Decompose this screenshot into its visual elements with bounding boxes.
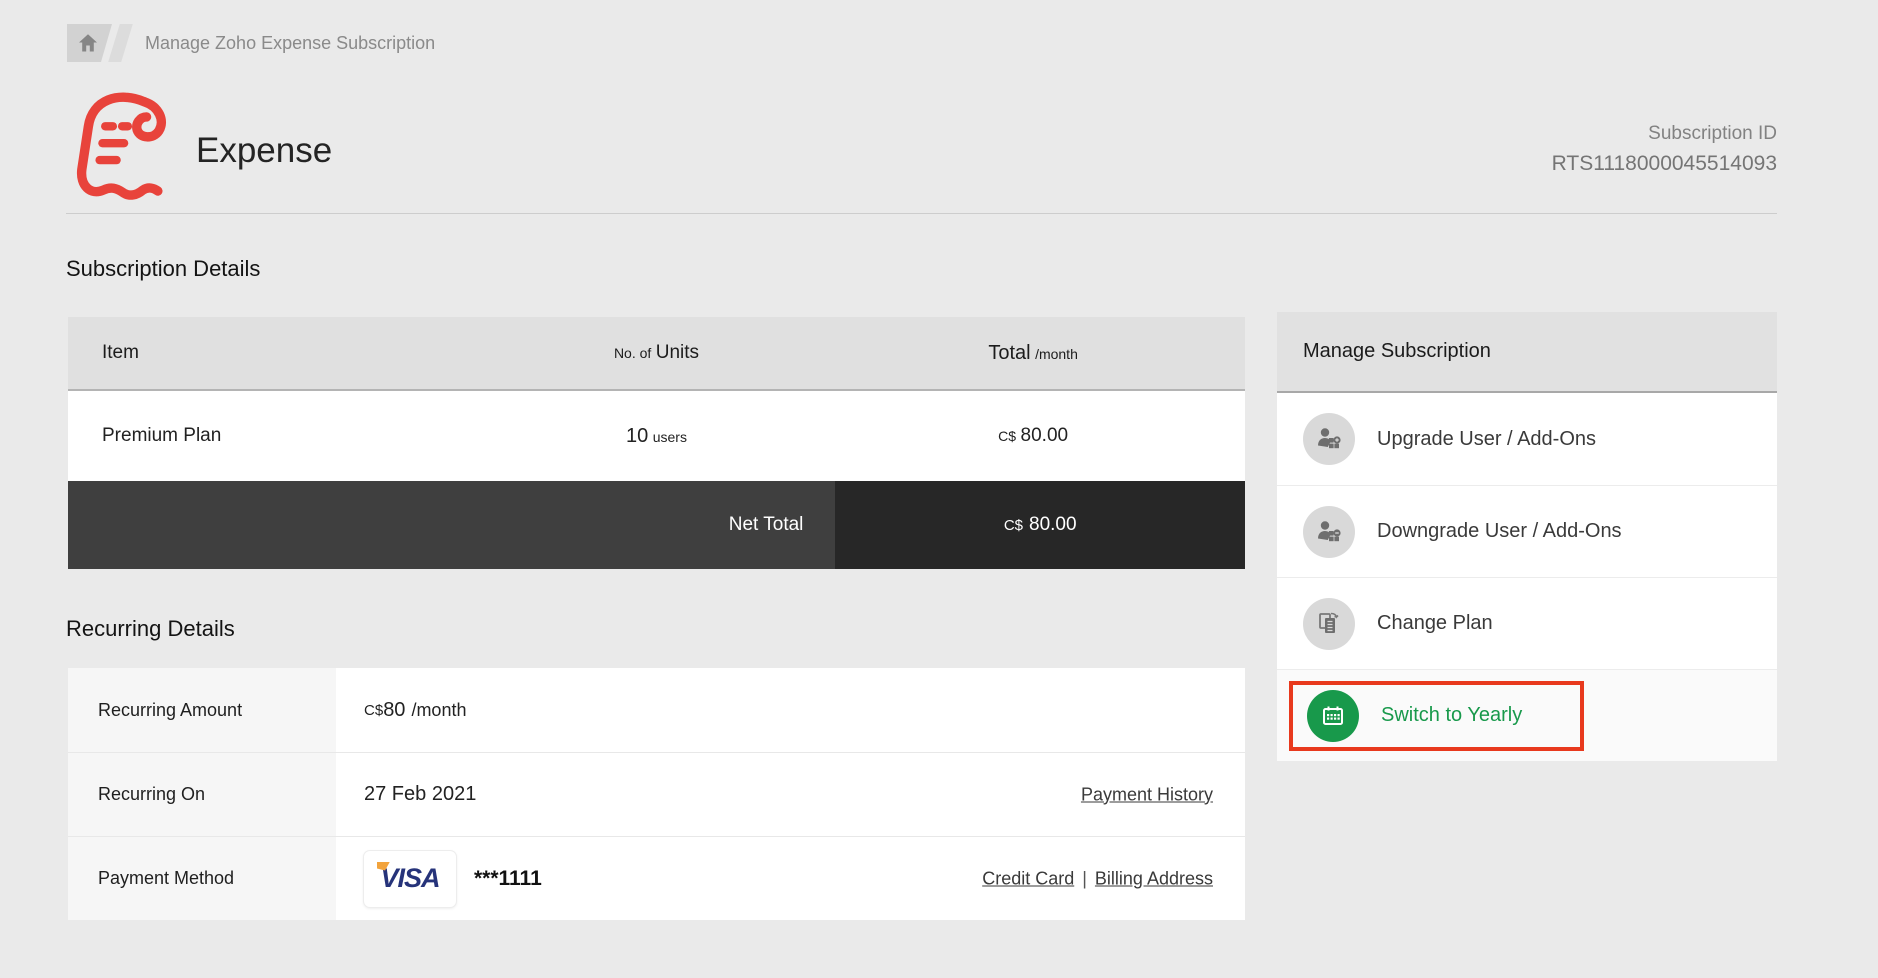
plan-units: 10 users bbox=[626, 424, 687, 447]
net-total-label-cell: Net Total bbox=[68, 481, 836, 569]
plan-total: C$ 80.00 bbox=[998, 425, 1069, 446]
recurring-amount-label: Recurring Amount bbox=[68, 668, 336, 752]
manage-subscription-page: Manage Zoho Expense Subscription Expense… bbox=[0, 0, 1878, 978]
breadcrumb: Manage Zoho Expense Subscription bbox=[145, 33, 436, 53]
change-plan-label: Change Plan bbox=[1377, 612, 1493, 634]
recurring-table: Recurring Amount C$ 80/month Recurring On… bbox=[68, 668, 1245, 920]
table-row: Premium Plan 10 users C$ 80.00 bbox=[68, 391, 1245, 481]
payment-method-row: Payment Method VISA ***1111 Credit Card |… bbox=[68, 836, 1245, 920]
change-plan-item[interactable]: Change Plan bbox=[1277, 577, 1777, 669]
downgrade-user-addons-label: Downgrade User / Add-Ons bbox=[1377, 520, 1622, 542]
switch-to-yearly-label: Switch to Yearly bbox=[1381, 704, 1523, 726]
payment-history-link[interactable]: Payment History bbox=[1081, 784, 1213, 805]
subscription-id-value: RTS1118000045514093 bbox=[1551, 152, 1777, 175]
credit-card-link[interactable]: Credit Card bbox=[982, 868, 1074, 888]
page-title: Expense bbox=[196, 131, 333, 170]
plan-name: Premium Plan bbox=[102, 425, 222, 446]
col-units: No. of Units bbox=[492, 342, 822, 364]
recurring-amount-value: C$ 80/month bbox=[364, 698, 467, 721]
user-downgrade-icon bbox=[1303, 505, 1355, 558]
downgrade-user-addons-item[interactable]: Downgrade User / Add-Ons bbox=[1277, 485, 1777, 577]
switch-to-yearly-item[interactable]: Switch to Yearly bbox=[1277, 669, 1777, 761]
col-units-prefix: No. of bbox=[613, 345, 652, 361]
recurring-on-row: Recurring On 27 Feb 2021 Payment History bbox=[68, 752, 1245, 836]
payment-method-value: VISA ***1111 Credit Card | Billing Address bbox=[336, 837, 1245, 920]
subscription-table: Item No. of Units Total /month Premium P… bbox=[68, 317, 1245, 569]
recurring-details-title: Recurring Details bbox=[66, 616, 235, 641]
upgrade-user-addons-item[interactable]: Upgrade User / Add-Ons bbox=[1277, 393, 1777, 485]
net-total-amount-cell: C$ 80.00 bbox=[835, 481, 1245, 569]
col-total: Total /month bbox=[821, 342, 1245, 365]
subscription-id-label: Subscription ID bbox=[1648, 123, 1777, 144]
billing-address-link[interactable]: Billing Address bbox=[1095, 868, 1213, 888]
zoho-expense-logo bbox=[76, 92, 167, 200]
breadcrumb-separator bbox=[108, 24, 133, 62]
user-upgrade-icon bbox=[1303, 413, 1355, 465]
col-units-label: Units bbox=[655, 342, 700, 363]
payment-method-links: Credit Card | Billing Address bbox=[982, 868, 1213, 889]
subscription-details-title: Subscription Details bbox=[66, 256, 261, 281]
subscription-table-header: Item No. of Units Total /month bbox=[68, 317, 1245, 391]
col-total-label: Total bbox=[988, 341, 1031, 364]
home-icon bbox=[76, 31, 100, 55]
recurring-on-value: 27 Feb 2021 Payment History bbox=[364, 783, 1213, 805]
recurring-on-label: Recurring On bbox=[68, 753, 336, 836]
manage-subscription-panel: Manage Subscription Upgrade User / Add-O… bbox=[1277, 312, 1777, 761]
header-divider bbox=[66, 213, 1777, 214]
col-total-suffix: /month bbox=[1035, 345, 1078, 362]
net-total-row: Net Total C$ 80.00 bbox=[68, 481, 1245, 569]
calendar-icon bbox=[1307, 689, 1359, 742]
payment-method-label: Payment Method bbox=[68, 837, 336, 920]
upgrade-user-addons-label: Upgrade User / Add-Ons bbox=[1377, 427, 1596, 450]
card-digits: ***1111 bbox=[474, 866, 542, 890]
links-separator: | bbox=[1082, 868, 1087, 888]
breadcrumb-home-button[interactable] bbox=[67, 24, 112, 62]
manage-subscription-title: Manage Subscription bbox=[1277, 312, 1777, 393]
documents-icon bbox=[1303, 597, 1355, 650]
recurring-amount-row: Recurring Amount C$ 80/month bbox=[68, 668, 1245, 752]
visa-card-logo: VISA bbox=[364, 850, 456, 907]
col-item: Item bbox=[102, 342, 139, 363]
switch-to-yearly-highlight-border: Switch to Yearly bbox=[1289, 680, 1584, 751]
